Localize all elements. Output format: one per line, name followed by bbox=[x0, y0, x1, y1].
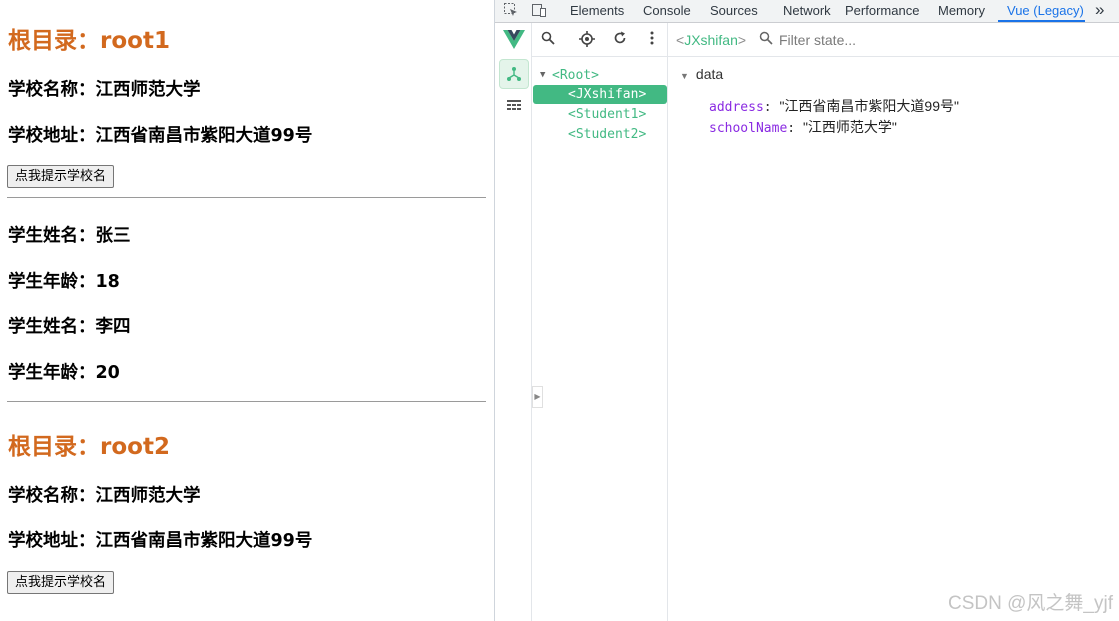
rendered-page: 根目录：root1 学校名称：江西师范大学 学校地址：江西省南昌市紫阳大道99号… bbox=[0, 0, 494, 621]
more-options-icon[interactable] bbox=[643, 31, 661, 49]
collapse-arrow-icon[interactable]: ▼ bbox=[680, 71, 689, 81]
student2-age: 学生年龄：20 bbox=[8, 363, 120, 383]
tree-node-student1[interactable]: <Student1> bbox=[532, 105, 667, 124]
root1-show-school-button[interactable]: 点我提示学校名 bbox=[7, 165, 115, 188]
expand-arrow-icon[interactable]: ▼ bbox=[540, 66, 545, 85]
tab-sources[interactable]: Sources bbox=[710, 3, 758, 18]
devtools-tab-bar: Elements Console Sources Network Perform… bbox=[495, 0, 1119, 23]
tree-node-jxshifan[interactable]: <JXshifan> bbox=[533, 85, 667, 104]
components-tab-icon[interactable] bbox=[499, 59, 529, 89]
divider bbox=[7, 401, 486, 402]
root2-show-school-button[interactable]: 点我提示学校名 bbox=[7, 571, 115, 594]
prop-schoolname[interactable]: schoolName: "江西师范大学" bbox=[709, 117, 897, 137]
root2-title: 根目录：root2 bbox=[8, 434, 170, 460]
prop-address[interactable]: address: "江西省南昌市紫阳大道99号" bbox=[709, 96, 959, 116]
root1-title: 根目录：root1 bbox=[8, 28, 170, 54]
inspected-component: <JXshifan> bbox=[676, 32, 747, 48]
data-section-header[interactable]: ▼ data bbox=[680, 66, 723, 82]
tab-vue-legacy[interactable]: Vue (Legacy) bbox=[1007, 3, 1084, 18]
watermark: CSDN @风之舞_yjf bbox=[948, 593, 1113, 614]
vue-logo-icon bbox=[499, 25, 529, 55]
vue-side-rail bbox=[495, 23, 532, 621]
divider bbox=[7, 197, 486, 198]
state-inspector: <JXshifan> ▼data address: "江西省南昌市紫阳大道99号… bbox=[668, 23, 1119, 621]
inspector-toolbar: <JXshifan> bbox=[668, 23, 1119, 57]
component-tree: ▼ <Root> <JXshifan> <Student1> <Student2… bbox=[532, 23, 668, 621]
pane-collapse-handle[interactable]: ▶ bbox=[532, 386, 543, 408]
more-tabs-icon[interactable]: » bbox=[1095, 0, 1104, 20]
devtools-panel: Elements Console Sources Network Perform… bbox=[494, 0, 1119, 621]
tab-network[interactable]: Network bbox=[783, 3, 831, 18]
tab-performance[interactable]: Performance bbox=[845, 3, 919, 18]
filter-state-input[interactable] bbox=[779, 31, 979, 49]
select-component-icon[interactable] bbox=[578, 31, 596, 49]
active-tab-indicator bbox=[998, 20, 1085, 22]
vuex-tab-icon[interactable] bbox=[499, 91, 529, 121]
tab-elements[interactable]: Elements bbox=[570, 3, 624, 18]
tree-node-root[interactable]: ▼ <Root> bbox=[532, 66, 667, 85]
inspect-element-icon[interactable] bbox=[502, 2, 520, 20]
refresh-icon[interactable] bbox=[611, 31, 629, 49]
student1-age: 学生年龄：18 bbox=[8, 272, 120, 292]
tab-console[interactable]: Console bbox=[643, 3, 691, 18]
tree-node-student2[interactable]: <Student2> bbox=[532, 125, 667, 144]
student2-name: 学生姓名：李四 bbox=[8, 317, 131, 337]
filter-search-icon bbox=[759, 31, 773, 49]
root1-school-name: 学校名称：江西师范大学 bbox=[8, 80, 201, 100]
student1-name: 学生姓名：张三 bbox=[8, 226, 131, 246]
root1-school-address: 学校地址：江西省南昌市紫阳大道99号 bbox=[8, 126, 313, 146]
tab-memory[interactable]: Memory bbox=[938, 3, 985, 18]
device-toolbar-icon[interactable] bbox=[530, 2, 548, 20]
root2-school-address: 学校地址：江西省南昌市紫阳大道99号 bbox=[8, 531, 313, 551]
tree-toolbar bbox=[532, 23, 668, 57]
root2-school-name: 学校名称：江西师范大学 bbox=[8, 486, 201, 506]
search-icon[interactable] bbox=[539, 31, 557, 49]
